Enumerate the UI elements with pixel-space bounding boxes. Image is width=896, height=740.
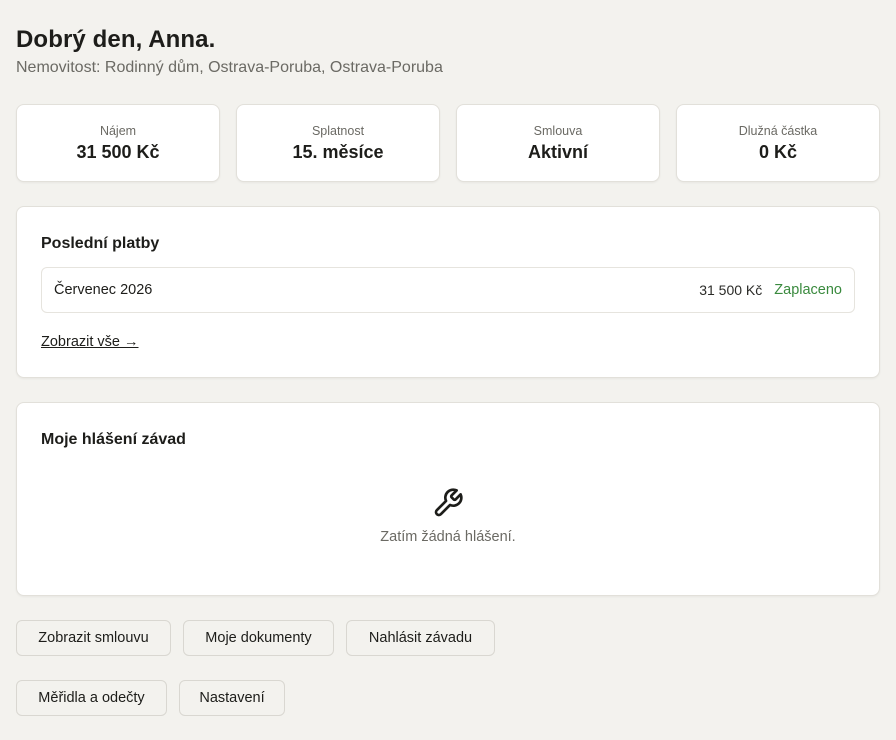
fault-reports-card: Moje hlášení závad Zatím žádná hlášení.: [16, 402, 880, 596]
payment-status: Zaplaceno: [774, 282, 842, 298]
show-all-payments-link[interactable]: Zobrazit vše →: [41, 334, 139, 350]
stat-label: Smlouva: [533, 123, 583, 138]
payment-month: Červenec 2026: [54, 282, 153, 298]
stat-due-date: Splatnost 15. měsíce: [236, 104, 440, 182]
payment-amount: 31 500 Kč: [699, 282, 763, 298]
stat-value: 0 Kč: [758, 141, 798, 162]
greeting-title: Dobrý den, Anna.: [16, 26, 216, 53]
meters-readings-button[interactable]: Měřidla a odečty: [16, 680, 167, 716]
stat-label: Nájem: [99, 123, 137, 138]
fault-reports-title: Moje hlášení závad: [41, 431, 186, 448]
property-subtitle: Nemovitost: Rodinný dům, Ostrava-Poruba,…: [16, 59, 443, 76]
tenant-dashboard: Dobrý den, Anna. Nemovitost: Rodinný dům…: [0, 0, 896, 740]
stat-value: 31 500 Kč: [76, 141, 160, 162]
settings-button[interactable]: Nastavení: [179, 680, 285, 716]
stat-rent: Nájem 31 500 Kč: [16, 104, 220, 182]
stat-value: Aktivní: [527, 141, 588, 162]
stat-owed-amount: Dlužná částka 0 Kč: [676, 104, 880, 182]
stat-label: Dlužná částka: [738, 123, 818, 138]
stats-row: Nájem 31 500 Kč Splatnost 15. měsíce Sml…: [16, 104, 880, 182]
wrench-icon: [434, 488, 463, 517]
payment-row: Červenec 2026 31 500 Kč Zaplaceno: [41, 267, 855, 313]
stat-value: 15. měsíce: [292, 141, 384, 162]
empty-state-text: Zatím žádná hlášení.: [380, 529, 516, 545]
fault-reports-empty-state: Zatím žádná hlášení.: [17, 487, 879, 545]
report-fault-button[interactable]: Nahlásit závadu: [346, 620, 495, 656]
stat-label: Splatnost: [311, 123, 365, 138]
recent-payments-title: Poslední platby: [41, 235, 160, 252]
view-contract-button[interactable]: Zobrazit smlouvu: [16, 620, 171, 656]
my-documents-button[interactable]: Moje dokumenty: [183, 620, 334, 656]
recent-payments-card: Poslední platby Červenec 2026 31 500 Kč …: [16, 206, 880, 378]
stat-contract: Smlouva Aktivní: [456, 104, 660, 182]
